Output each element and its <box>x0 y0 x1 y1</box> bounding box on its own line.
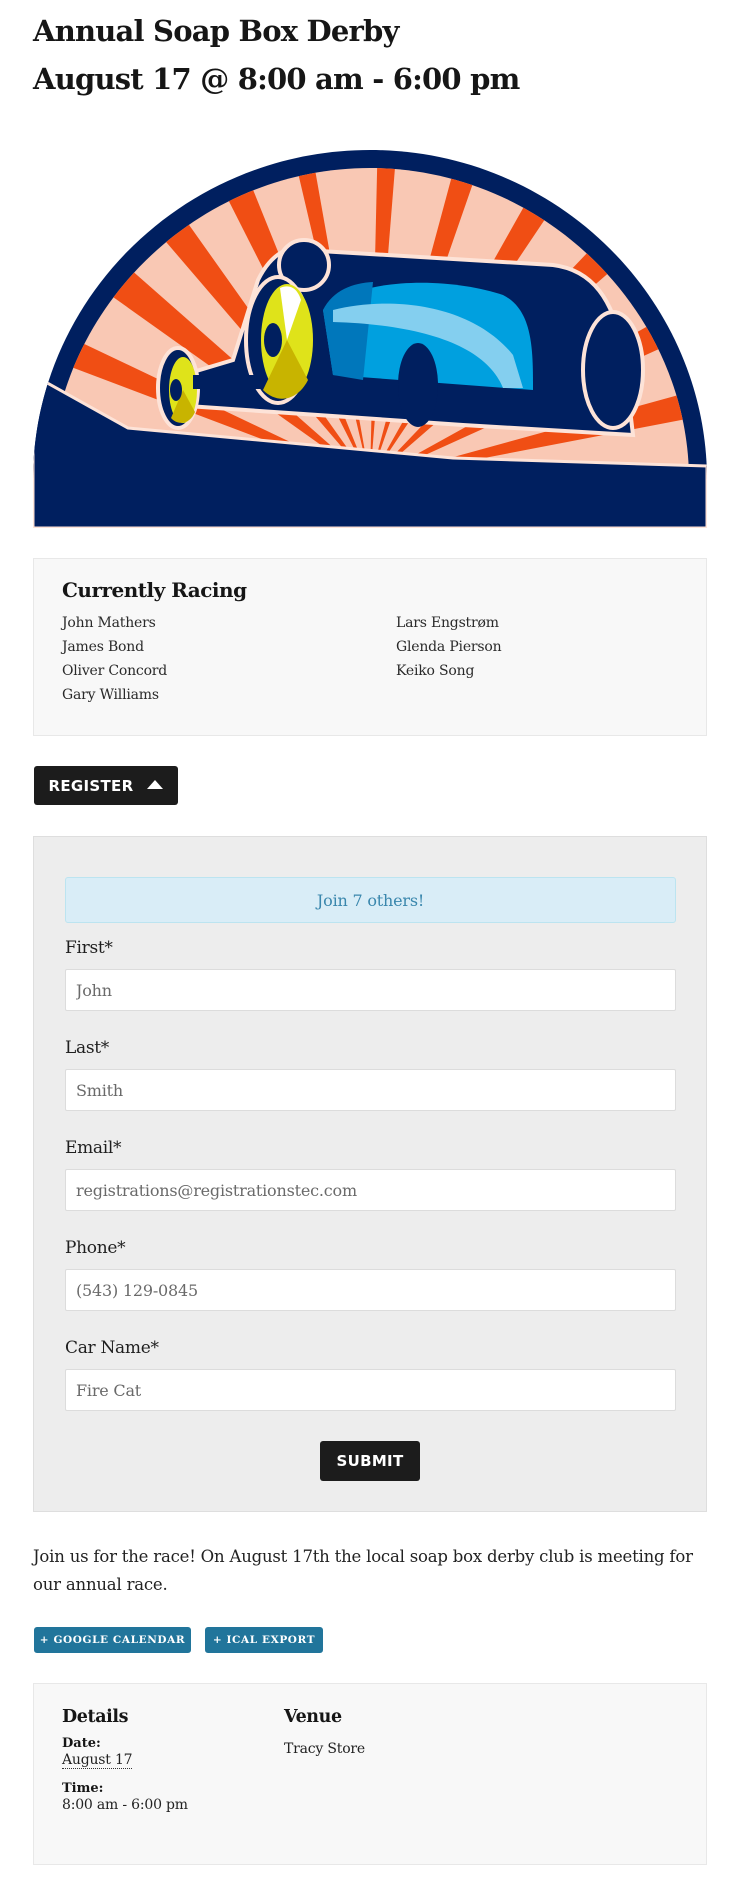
event-datetime: August 17 @ 8:00 am - 6:00 pm <box>33 62 520 96</box>
event-featured-image <box>33 150 707 528</box>
caret-up-icon <box>147 780 164 789</box>
ical-export-button[interactable]: + ICAL EXPORT <box>205 1627 323 1653</box>
racer-name: Keiko Song <box>396 663 475 679</box>
attendee-count-notice: Join 7 others! <box>65 877 676 923</box>
first-name-input[interactable] <box>65 969 676 1011</box>
car-name-input[interactable] <box>65 1369 676 1411</box>
google-calendar-button[interactable]: + GOOGLE CALENDAR <box>34 1627 191 1653</box>
submit-button[interactable]: SUBMIT <box>320 1441 420 1481</box>
car-name-label: Car Name* <box>65 1338 159 1358</box>
venue-name: Tracy Store <box>284 1741 366 1757</box>
last-name-input[interactable] <box>65 1069 676 1111</box>
racer-name: John Mathers <box>62 615 156 631</box>
time-label: Time: <box>62 1781 104 1796</box>
racer-name: Oliver Concord <box>62 663 168 679</box>
racer-name: James Bond <box>62 639 144 655</box>
currently-racing-panel: Currently Racing John Mathers James Bond… <box>33 558 707 736</box>
register-toggle-button[interactable]: REGISTER <box>34 766 178 805</box>
phone-label: Phone* <box>65 1238 126 1258</box>
details-heading: Details <box>62 1707 129 1727</box>
time-value: 8:00 am - 6:00 pm <box>62 1797 188 1813</box>
racer-name: Gary Williams <box>62 687 159 703</box>
register-button-label: REGISTER <box>48 776 134 795</box>
event-description: Join us for the race! On August 17th the… <box>33 1547 693 1594</box>
racer-name: Lars Engstrøm <box>396 615 499 631</box>
event-title: Annual Soap Box Derby <box>33 14 399 48</box>
currently-racing-heading: Currently Racing <box>62 578 247 602</box>
event-meta-panel: Details Date: August 17 Time: 8:00 am - … <box>33 1683 707 1865</box>
date-label: Date: <box>62 1736 101 1751</box>
first-name-label: First* <box>65 938 113 958</box>
email-label: Email* <box>65 1138 122 1158</box>
last-name-label: Last* <box>65 1038 109 1058</box>
email-input[interactable] <box>65 1169 676 1211</box>
phone-input[interactable] <box>65 1269 676 1311</box>
date-value: August 17 <box>62 1752 133 1769</box>
racer-name: Glenda Pierson <box>396 639 502 655</box>
venue-heading: Venue <box>284 1707 342 1727</box>
